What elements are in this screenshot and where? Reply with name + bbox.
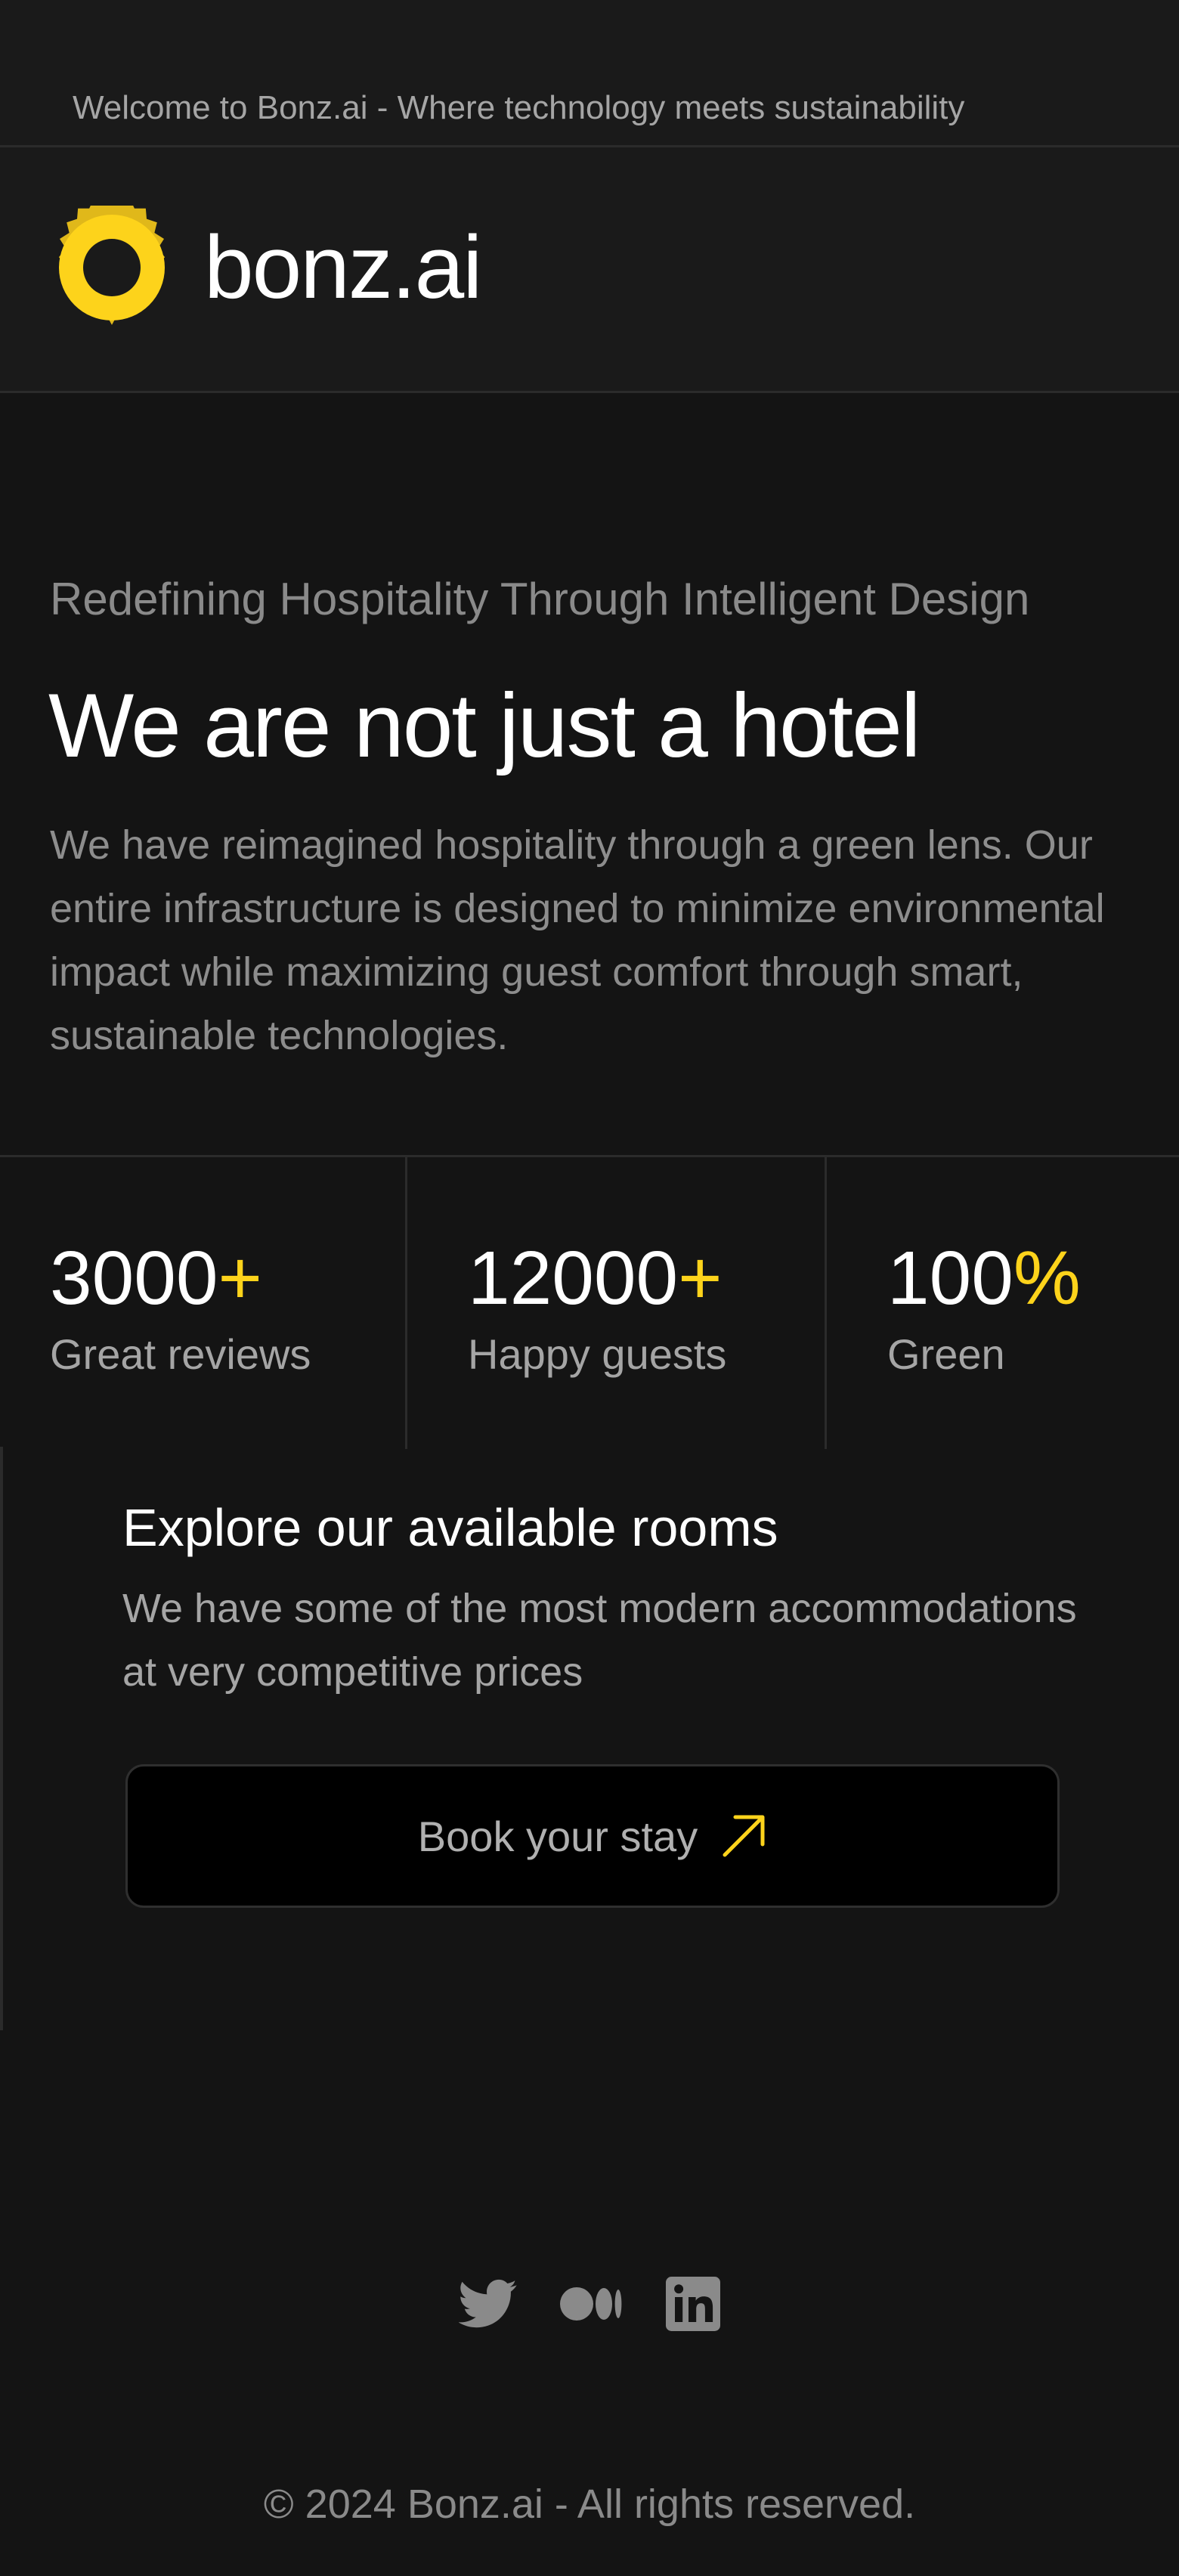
site-header [0, 147, 1179, 393]
stat-value: 3000+ [50, 1236, 262, 1321]
linkedin-link[interactable] [666, 2277, 720, 2331]
stat-value: 100% [887, 1236, 1081, 1321]
book-your-stay-button[interactable]: Book your stay [125, 1764, 1060, 1908]
welcome-text: Welcome to Bonz.ai - Where technology me… [73, 89, 965, 126]
rooms-description: We have some of the most modern accommod… [122, 1586, 1077, 1695]
copyright-text: © 2024 Bonz.ai - All rights reserved. [263, 2482, 916, 2527]
stat-label: Happy guests [468, 1330, 727, 1378]
linkedin-icon [666, 2277, 720, 2331]
stats-row: 3000+ Great reviews 12000+ Happy guests … [0, 1155, 1179, 1449]
arrow-up-right-icon [723, 1815, 765, 1857]
stat-label: Green [887, 1330, 1005, 1378]
hero-title: We are not just a hotel [48, 675, 921, 776]
stat-label: Great reviews [50, 1330, 311, 1378]
book-button-label: Book your stay [417, 1812, 698, 1860]
social-links [0, 2274, 1179, 2334]
stat-suffix: + [678, 1236, 723, 1321]
stat-green: 100% Green [827, 1157, 1179, 1449]
stat-guests: 12000+ Happy guests [407, 1157, 827, 1449]
rooms-title: Explore our available rooms [122, 1498, 778, 1557]
stat-suffix: % [1013, 1236, 1081, 1321]
stat-reviews: 3000+ Great reviews [0, 1157, 407, 1449]
brand-name[interactable]: bonz.ai [204, 215, 483, 320]
hero-eyebrow: Redefining Hospitality Through Intellige… [50, 574, 1030, 624]
stat-value: 12000+ [468, 1236, 723, 1321]
rooms-section: Explore our available rooms We have some… [0, 1447, 1179, 2030]
welcome-banner: Welcome to Bonz.ai - Where technology me… [0, 0, 1179, 147]
logo-icon[interactable] [50, 206, 174, 330]
stat-suffix: + [218, 1236, 262, 1321]
medium-icon [560, 2287, 622, 2321]
medium-link[interactable] [560, 2283, 624, 2325]
hero-description: We have reimagined hospitality through a… [50, 822, 1105, 1058]
twitter-icon [458, 2279, 517, 2328]
twitter-link[interactable] [458, 2279, 518, 2329]
